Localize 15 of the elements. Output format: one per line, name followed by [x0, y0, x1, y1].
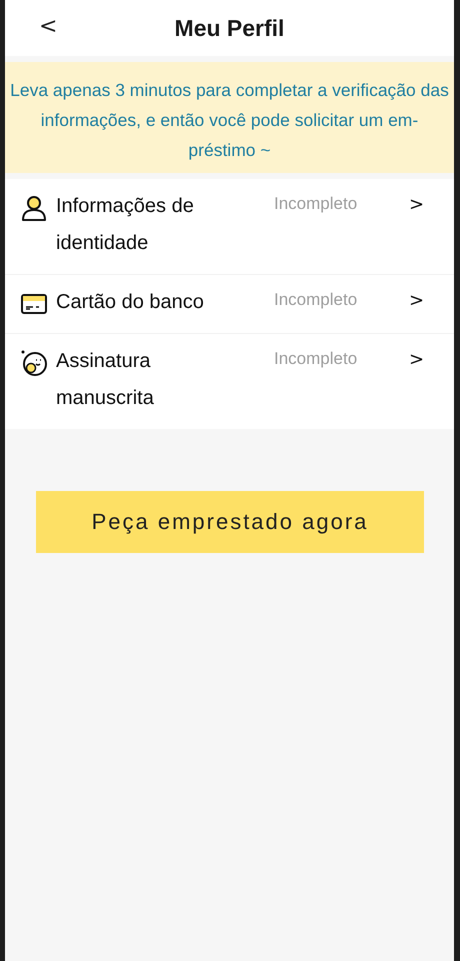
item-label[interactable]: Assinatura manuscrita: [56, 343, 241, 417]
chevron-button[interactable]: >: [409, 282, 424, 319]
status-text: Incompleto: [274, 348, 358, 370]
item-label[interactable]: Informações de identidade: [56, 188, 241, 262]
back-button[interactable]: <: [35, 14, 62, 39]
page-title: Meu Perfil: [174, 14, 284, 42]
status-text: Incompleto: [274, 289, 358, 311]
chevron-button[interactable]: >: [409, 186, 424, 223]
signature-icon: [20, 349, 48, 377]
person-icon: [20, 194, 48, 222]
notice-banner: Leva apenas 3 minutos para completar a verificação das informações, e então você pode solicitar um em-préstimo ~: [5, 62, 454, 173]
item-label[interactable]: Cartão do banco: [56, 284, 241, 321]
chevron-button[interactable]: >: [409, 341, 424, 378]
status-text: Incompleto: [274, 193, 358, 215]
borrow-button[interactable]: Peça emprestado agora: [36, 491, 424, 553]
